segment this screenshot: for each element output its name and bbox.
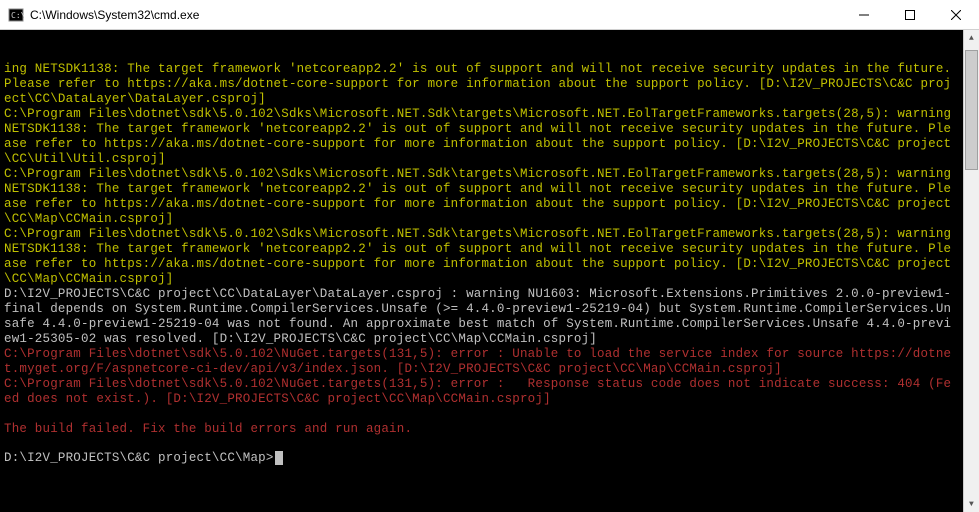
minimize-button[interactable] [841, 0, 887, 29]
scroll-up-arrow[interactable]: ▲ [964, 30, 979, 46]
terminal-line: ing NETSDK1138: The target framework 'ne… [4, 62, 957, 107]
terminal-line: D:\I2V_PROJECTS\C&C project\CC\DataLayer… [4, 287, 957, 347]
window-controls [841, 0, 979, 29]
titlebar[interactable]: C:\ C:\Windows\System32\cmd.exe [0, 0, 979, 30]
maximize-button[interactable] [887, 0, 933, 29]
terminal-line: C:\Program Files\dotnet\sdk\5.0.102\Sdks… [4, 227, 957, 287]
terminal-line: C:\Program Files\dotnet\sdk\5.0.102\Sdks… [4, 167, 957, 227]
cmd-window: C:\ C:\Windows\System32\cmd.exe ing NETS… [0, 0, 979, 512]
terminal-line: The build failed. Fix the build errors a… [4, 422, 957, 437]
vertical-scrollbar[interactable]: ▲ ▼ [963, 30, 979, 512]
terminal[interactable]: ing NETSDK1138: The target framework 'ne… [0, 30, 979, 512]
terminal-content: ing NETSDK1138: The target framework 'ne… [4, 62, 957, 466]
svg-text:C:\: C:\ [11, 11, 24, 20]
scroll-down-arrow[interactable]: ▼ [964, 496, 979, 512]
close-button[interactable] [933, 0, 979, 29]
terminal-line: C:\Program Files\dotnet\sdk\5.0.102\Sdks… [4, 107, 957, 167]
terminal-line: C:\Program Files\dotnet\sdk\5.0.102\NuGe… [4, 377, 957, 407]
terminal-line: C:\Program Files\dotnet\sdk\5.0.102\NuGe… [4, 347, 957, 377]
scrollbar-thumb[interactable] [965, 50, 978, 170]
close-icon [951, 10, 961, 20]
prompt[interactable]: D:\I2V_PROJECTS\C&C project\CC\Map> [4, 451, 957, 466]
cmd-icon: C:\ [8, 7, 24, 23]
window-title: C:\Windows\System32\cmd.exe [30, 8, 841, 22]
terminal-line [4, 407, 957, 422]
minimize-icon [859, 10, 869, 20]
maximize-icon [905, 10, 915, 20]
cursor [275, 451, 283, 465]
